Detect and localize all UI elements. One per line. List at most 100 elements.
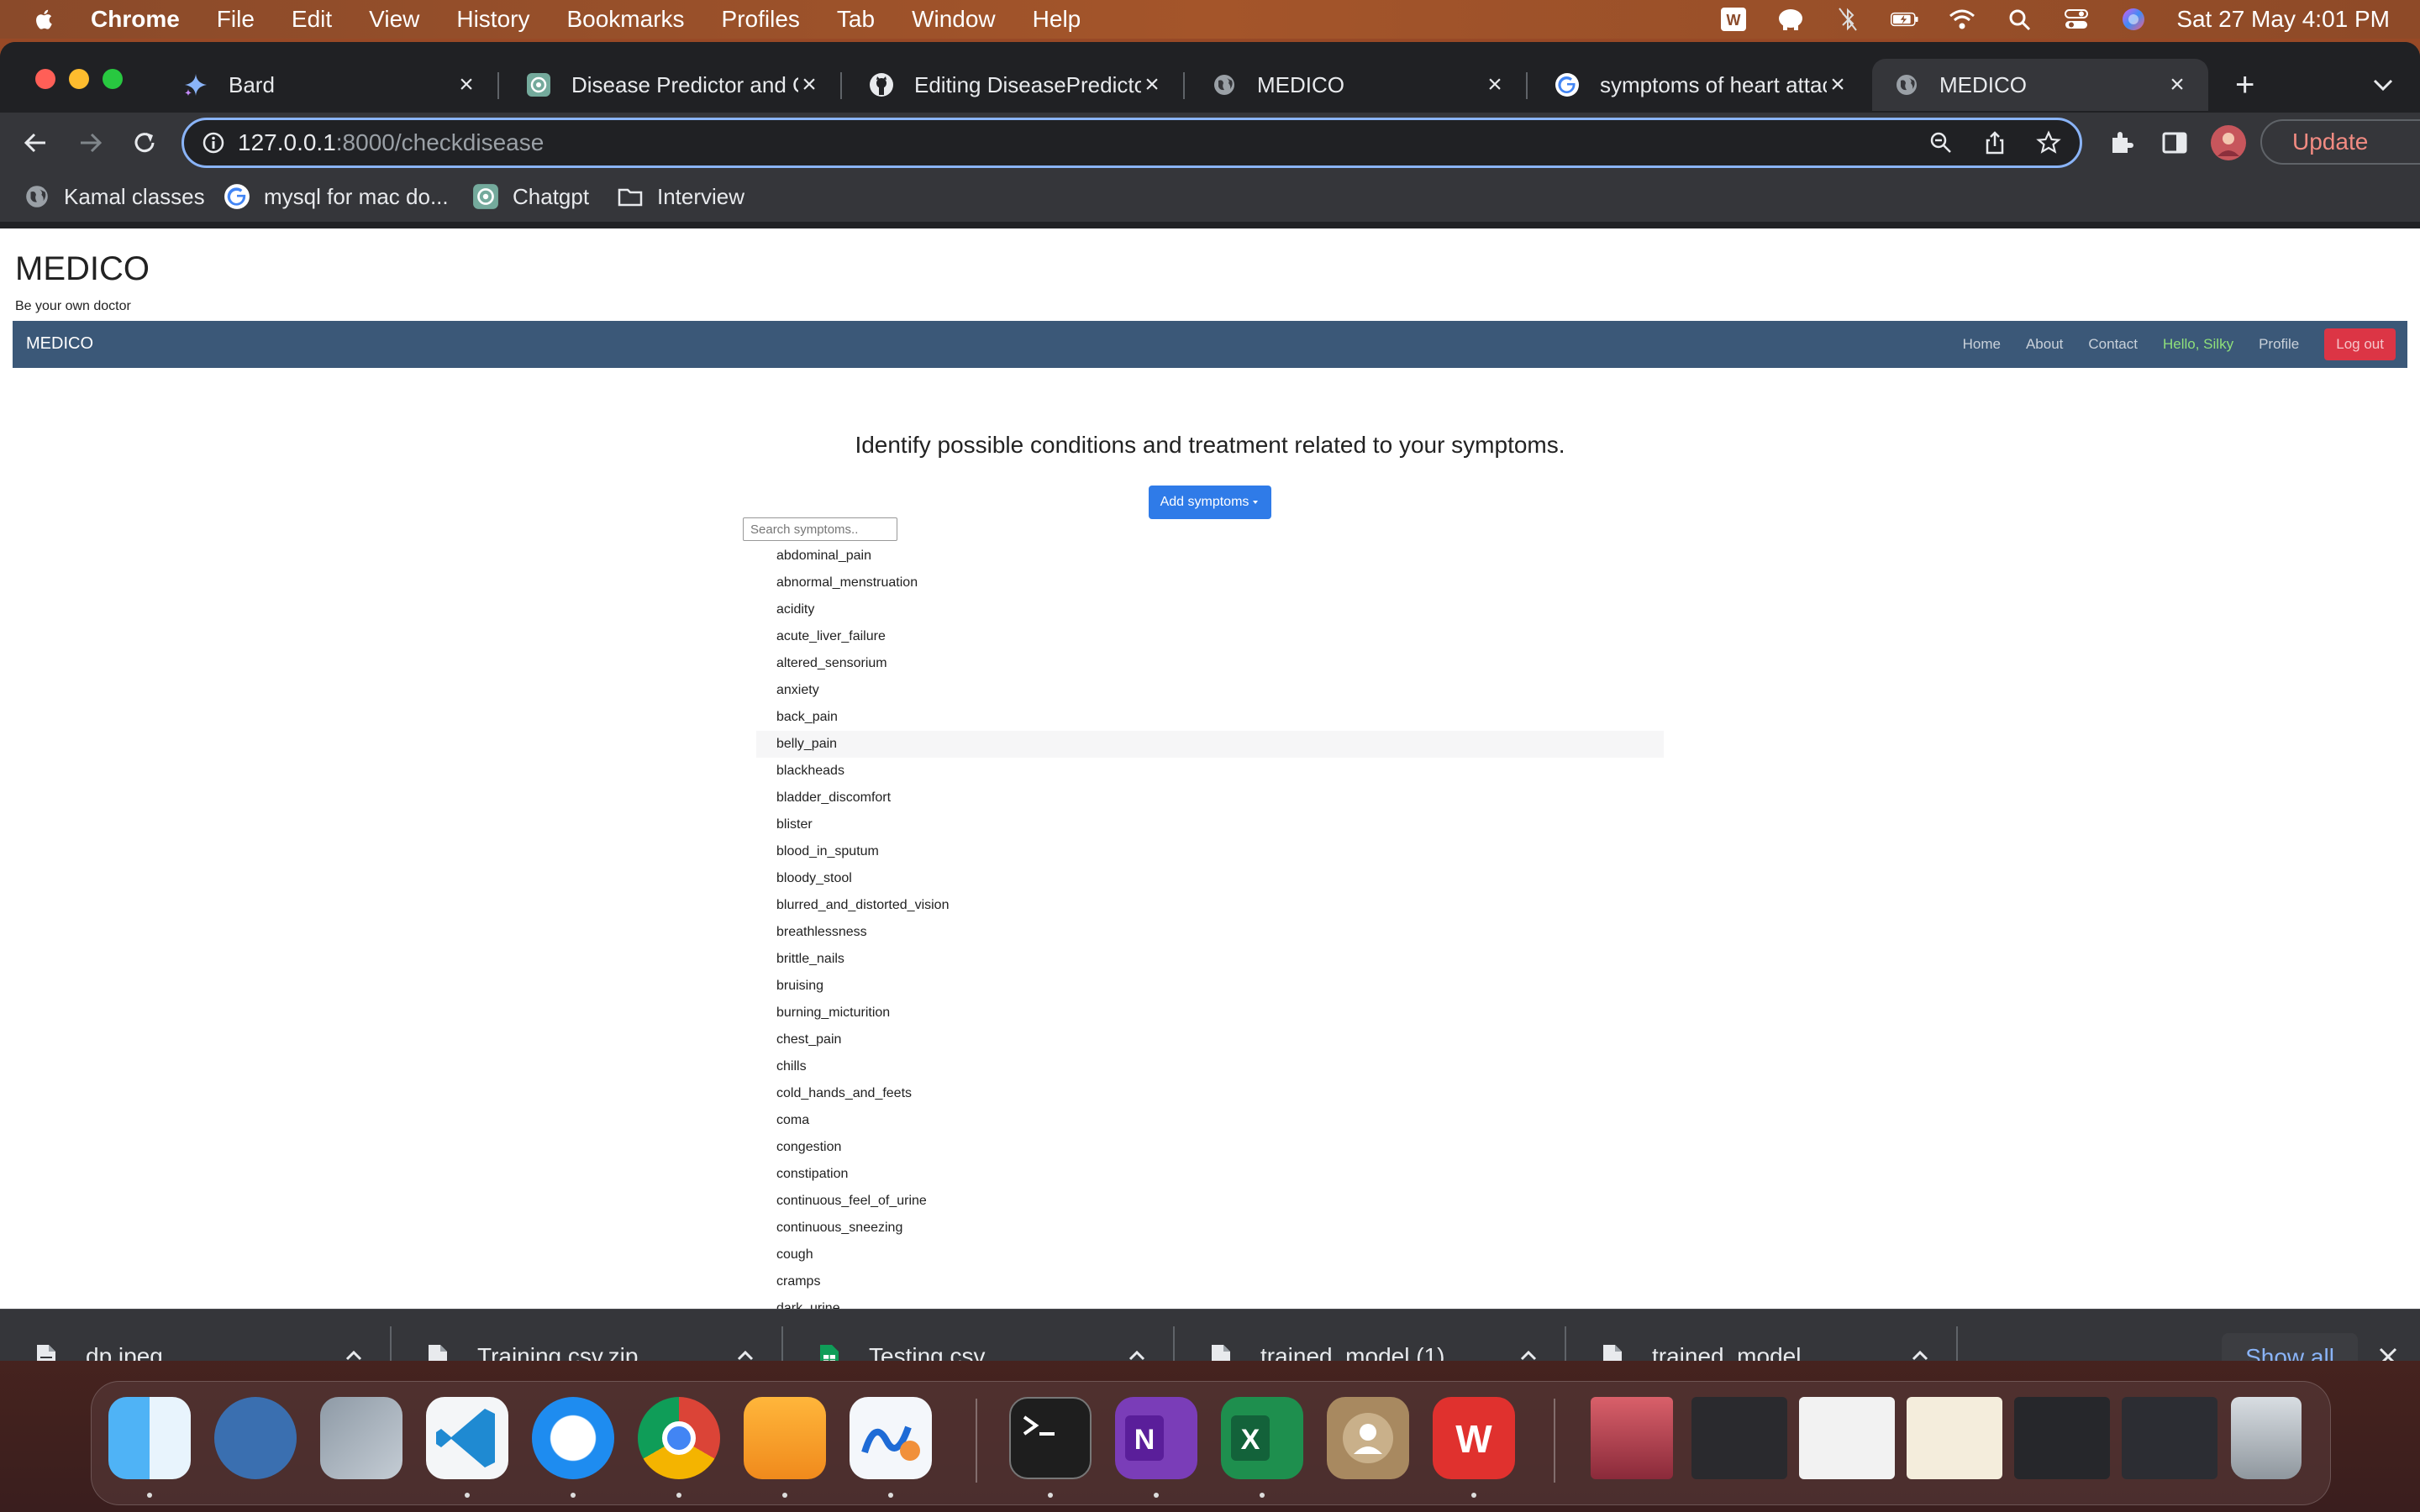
symptom-option[interactable]: blister xyxy=(756,811,1664,838)
finder-window-thumbnail[interactable] xyxy=(2014,1397,2110,1479)
tab-medico-1[interactable]: MEDICO × xyxy=(1190,59,1528,111)
symptom-option[interactable]: blackheads xyxy=(756,758,1664,785)
vscode-icon[interactable] xyxy=(426,1397,508,1479)
symptom-option[interactable]: chills xyxy=(756,1053,1664,1080)
menu-view[interactable]: View xyxy=(369,6,419,33)
navbar-brand[interactable]: MEDICO xyxy=(26,334,93,354)
symptom-option[interactable]: cough xyxy=(756,1242,1664,1268)
close-tab-icon[interactable]: × xyxy=(1823,71,1852,99)
chevron-up-icon[interactable] xyxy=(733,1343,758,1361)
symptom-option[interactable]: congestion xyxy=(756,1134,1664,1161)
symptom-option[interactable]: abnormal_menstruation xyxy=(756,570,1664,596)
document-thumbnail[interactable] xyxy=(1907,1397,2002,1479)
close-tab-icon[interactable]: × xyxy=(452,71,481,99)
nav-user-greeting[interactable]: Hello, Silky xyxy=(2163,336,2233,353)
menu-window[interactable]: Window xyxy=(912,6,996,33)
bookmark-kamal-classes[interactable]: Kamal classes xyxy=(24,181,205,212)
chevron-up-icon[interactable] xyxy=(341,1343,366,1361)
chevron-up-icon[interactable] xyxy=(1516,1343,1541,1361)
share-icon[interactable] xyxy=(1982,130,2007,155)
freeform-icon[interactable] xyxy=(850,1397,932,1479)
spotlight-search-icon[interactable] xyxy=(2005,7,2033,32)
launchpad-icon[interactable] xyxy=(320,1397,402,1479)
zoom-window-button[interactable] xyxy=(103,69,123,89)
add-symptoms-button[interactable]: Add symptoms xyxy=(1149,486,1271,519)
site-info-icon[interactable] xyxy=(201,130,226,155)
bookmark-mysql[interactable]: mysql for mac do... xyxy=(224,181,449,212)
close-shelf-icon[interactable] xyxy=(2375,1343,2402,1361)
address-bar[interactable]: 127.0.0.1:8000/checkdisease xyxy=(182,118,2082,168)
symptom-option[interactable]: bloody_stool xyxy=(756,865,1664,892)
excel-icon[interactable]: X xyxy=(1221,1397,1303,1479)
bluetooth-off-icon[interactable] xyxy=(1833,7,1862,32)
wps-status-icon[interactable]: W xyxy=(1719,7,1748,32)
symptom-option[interactable]: blurred_and_distorted_vision xyxy=(756,892,1664,919)
nav-contact[interactable]: Contact xyxy=(2088,336,2138,353)
tab-disease-predictor[interactable]: Disease Predictor and Co × xyxy=(504,59,842,111)
symptom-option[interactable]: belly_pain xyxy=(756,731,1664,758)
menu-tab[interactable]: Tab xyxy=(837,6,875,33)
symptom-option[interactable]: continuous_feel_of_urine xyxy=(756,1188,1664,1215)
bookmark-star-icon[interactable] xyxy=(2036,130,2061,155)
siri-icon[interactable] xyxy=(2119,7,2148,32)
tableplus-status-icon[interactable] xyxy=(1776,7,1805,32)
symptom-option[interactable]: abdominal_pain xyxy=(756,543,1664,570)
symptom-option[interactable]: anxiety xyxy=(756,677,1664,704)
bookmark-interview-folder[interactable]: Interview xyxy=(617,181,744,212)
close-window-button[interactable] xyxy=(35,69,55,89)
menu-file[interactable]: File xyxy=(217,6,255,33)
menu-profiles[interactable]: Profiles xyxy=(722,6,800,33)
zoom-magnifier-icon[interactable] xyxy=(1928,130,1954,155)
symptom-option[interactable]: coma xyxy=(756,1107,1664,1134)
forward-arrow-icon[interactable] xyxy=(76,128,106,158)
symptom-option[interactable]: altered_sensorium xyxy=(756,650,1664,677)
new-tab-icon[interactable]: + xyxy=(2235,68,2254,102)
symptom-option[interactable]: bruising xyxy=(756,973,1664,1000)
photo-thumbnail[interactable] xyxy=(1591,1397,1673,1479)
download-item[interactable]: Training.csv.zip xyxy=(392,1310,783,1361)
bookmark-chatgpt[interactable]: Chatgpt xyxy=(472,181,589,212)
control-center-icon[interactable] xyxy=(2062,7,2091,32)
minimize-window-button[interactable] xyxy=(69,69,89,89)
chrome-icon[interactable] xyxy=(638,1397,720,1479)
wps-office-icon[interactable]: W xyxy=(1433,1397,1515,1479)
tableplus-icon[interactable] xyxy=(214,1397,297,1479)
window-thumbnail[interactable] xyxy=(1691,1397,1787,1479)
download-item[interactable]: trained_model xyxy=(1566,1310,1958,1361)
close-tab-icon[interactable]: × xyxy=(795,71,823,99)
battery-icon[interactable] xyxy=(1891,7,1919,32)
symptom-option[interactable]: brittle_nails xyxy=(756,946,1664,973)
back-arrow-icon[interactable] xyxy=(20,128,50,158)
tab-github-editing[interactable]: Editing DiseasePredictor × xyxy=(847,59,1185,111)
symptom-option[interactable]: continuous_sneezing xyxy=(756,1215,1664,1242)
symptom-option[interactable]: chest_pain xyxy=(756,1026,1664,1053)
extensions-puzzle-icon[interactable] xyxy=(2106,128,2136,158)
tab-search-chevron-icon[interactable] xyxy=(2368,72,2398,97)
logout-button[interactable]: Log out xyxy=(2324,328,2396,360)
safari-icon[interactable] xyxy=(532,1397,614,1479)
symptom-search-input[interactable] xyxy=(743,517,897,541)
download-item[interactable]: Testing.csv xyxy=(783,1310,1175,1361)
close-tab-icon[interactable]: × xyxy=(1138,71,1166,99)
chevron-up-icon[interactable] xyxy=(1124,1343,1150,1361)
tab-google-search[interactable]: symptoms of heart attac × xyxy=(1533,59,1869,111)
symptom-option[interactable]: constipation xyxy=(756,1161,1664,1188)
menu-help[interactable]: Help xyxy=(1033,6,1081,33)
profile-avatar[interactable] xyxy=(2210,124,2247,161)
symptom-option[interactable]: burning_micturition xyxy=(756,1000,1664,1026)
symptom-option[interactable]: cramps xyxy=(756,1268,1664,1295)
onenote-icon[interactable]: N xyxy=(1115,1397,1197,1479)
menu-edit[interactable]: Edit xyxy=(292,6,332,33)
menu-bookmarks[interactable]: Bookmarks xyxy=(566,6,684,33)
tab-bard[interactable]: Bard × xyxy=(161,59,499,111)
update-button[interactable]: Update xyxy=(2260,119,2420,165)
symptom-option[interactable]: breathlessness xyxy=(756,919,1664,946)
close-tab-icon[interactable]: × xyxy=(2163,71,2191,99)
download-item[interactable]: dp.jpeg xyxy=(0,1310,392,1361)
symptom-option[interactable]: bladder_discomfort xyxy=(756,785,1664,811)
menu-app-name[interactable]: Chrome xyxy=(91,6,180,33)
wifi-icon[interactable] xyxy=(1948,7,1976,32)
clock[interactable]: Sat 27 May 4:01 PM xyxy=(2176,6,2390,33)
trash-icon[interactable] xyxy=(2231,1397,2302,1479)
nav-about[interactable]: About xyxy=(2026,336,2063,353)
